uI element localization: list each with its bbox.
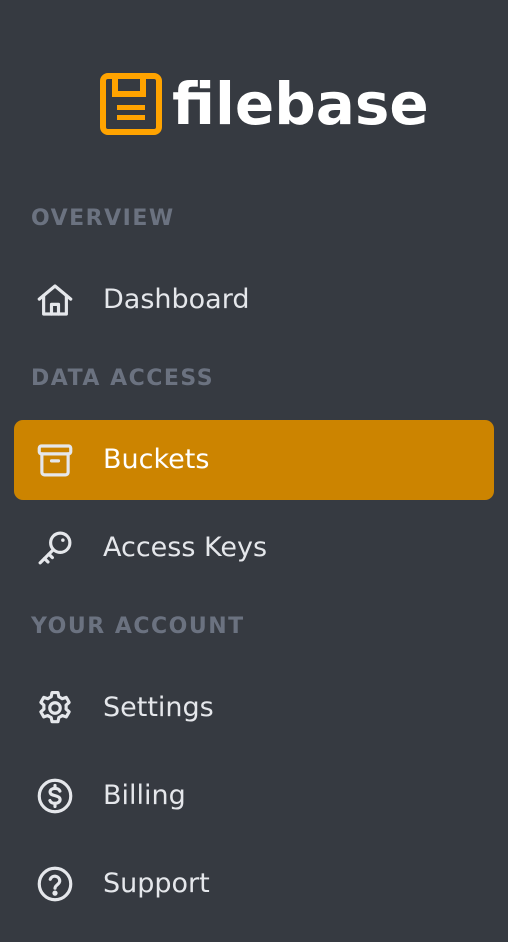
sidebar-item-label: Billing — [103, 780, 186, 811]
home-icon — [34, 279, 76, 321]
sidebar-item-billing[interactable]: Billing — [14, 756, 494, 836]
sidebar-item-label: Buckets — [103, 444, 210, 475]
sidebar-item-buckets[interactable]: Buckets — [14, 420, 494, 500]
sidebar-item-access-keys[interactable]: Access Keys — [14, 508, 494, 588]
brand-logo[interactable]: filebase — [100, 72, 429, 136]
section-label-data-access: DATA ACCESS — [31, 366, 215, 391]
section-label-overview: OVERVIEW — [31, 206, 175, 231]
sidebar-item-dashboard[interactable]: Dashboard — [14, 260, 494, 340]
sidebar: filebase OVERVIEW Dashboard DATA ACCESS … — [0, 0, 508, 942]
floppy-disk-icon — [100, 73, 162, 135]
sidebar-item-settings[interactable]: Settings — [14, 668, 494, 748]
key-icon — [34, 527, 76, 569]
section-label-your-account: YOUR ACCOUNT — [31, 614, 245, 639]
gear-icon — [34, 687, 76, 729]
dollar-circle-icon — [34, 775, 76, 817]
archive-box-icon — [34, 439, 76, 481]
sidebar-item-support[interactable]: Support — [14, 844, 494, 924]
sidebar-item-label: Settings — [103, 692, 214, 723]
question-circle-icon — [34, 863, 76, 905]
brand-name: filebase — [172, 70, 429, 138]
sidebar-item-label: Dashboard — [103, 284, 250, 315]
sidebar-item-label: Access Keys — [103, 532, 268, 563]
sidebar-item-label: Support — [103, 868, 210, 899]
